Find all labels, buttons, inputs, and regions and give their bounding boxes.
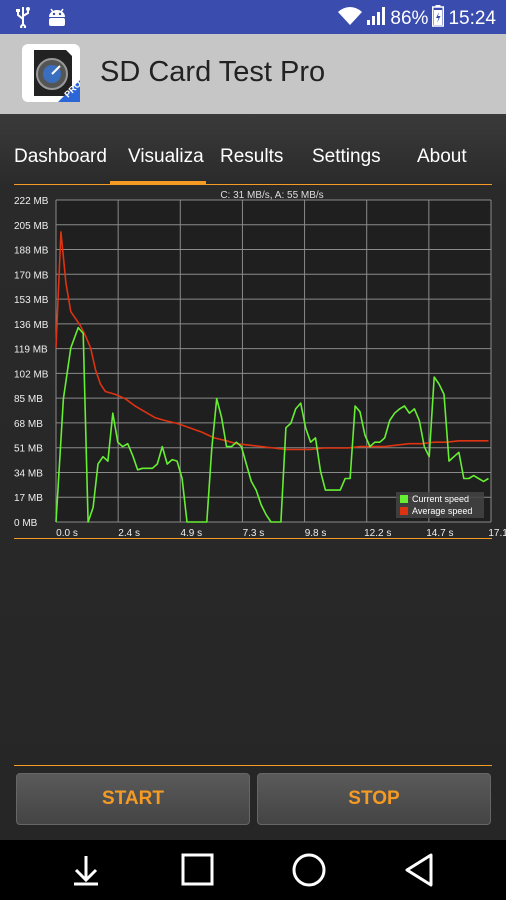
y-tick-label: 205 MB — [14, 221, 49, 232]
legend-label: Average speed — [412, 506, 472, 516]
action-bar: PRO SD Card Test Pro — [0, 34, 506, 114]
y-tick-label: 68 MB — [14, 419, 43, 430]
battery-percent: 86% — [390, 8, 429, 29]
y-axis-ticks: 0 MB 17 MB 34 MB 51 MB 68 MB 85 MB 102 MB 119 M… — [14, 196, 49, 529]
tab-results[interactable]: Results — [220, 146, 283, 168]
y-tick-label: 102 MB — [14, 369, 49, 380]
y-tick-label: 85 MB — [14, 394, 43, 405]
wifi-icon — [338, 6, 363, 32]
start-button[interactable]: START — [16, 773, 250, 825]
navigation-bar — [0, 840, 506, 900]
y-tick-label: 34 MB — [14, 468, 43, 479]
legend-swatch — [400, 495, 408, 503]
y-tick-label: 51 MB — [14, 444, 43, 455]
back-triangle-icon[interactable] — [398, 850, 442, 890]
stop-button[interactable]: STOP — [257, 773, 491, 825]
speed-chart: 0 MB 17 MB 34 MB 51 MB 68 MB 85 MB 102 MB 119 M… — [0, 186, 506, 546]
app-title: SD Card Test Pro — [100, 56, 326, 88]
home-circle-icon[interactable] — [287, 850, 331, 890]
tab-settings[interactable]: Settings — [312, 146, 381, 168]
main-panel: Dashboard Visualiza Results Settings Abo… — [0, 114, 506, 840]
y-tick-label: 136 MB — [14, 320, 49, 331]
y-tick-label: 170 MB — [14, 270, 49, 281]
chart-legend: Current speed Average speed — [396, 492, 484, 518]
legend-label: Current speed — [412, 494, 469, 504]
y-tick-label: 222 MB — [14, 196, 49, 207]
download-icon[interactable] — [64, 850, 108, 890]
chart-divider — [14, 538, 492, 539]
tab-divider — [14, 184, 492, 185]
android-debug-icon — [46, 6, 68, 33]
tab-bar: Dashboard Visualiza Results Settings Abo… — [0, 138, 506, 184]
y-tick-label: 188 MB — [14, 246, 49, 257]
battery-icon — [432, 5, 445, 33]
y-tick-label: 153 MB — [14, 295, 49, 306]
recents-square-icon[interactable] — [176, 850, 220, 890]
usb-icon — [14, 6, 32, 33]
plot-area — [56, 200, 491, 522]
tab-visualization[interactable]: Visualiza — [128, 146, 206, 168]
status-bar: 86% 15:24 — [0, 0, 506, 34]
y-tick-label: 17 MB — [14, 493, 43, 504]
y-tick-label: 0 MB — [14, 518, 38, 529]
tab-about[interactable]: About — [417, 146, 467, 168]
app-logo-icon: PRO — [22, 44, 83, 102]
speed-chart-svg: 0 MB 17 MB 34 MB 51 MB 68 MB 85 MB 102 MB 119 M… — [14, 190, 506, 539]
legend-swatch — [400, 507, 408, 515]
clock: 15:24 — [448, 8, 496, 29]
chart-title: C: 31 MB/s, A: 55 MB/s — [220, 190, 323, 201]
chart-grid — [55, 199, 492, 523]
tab-dashboard[interactable]: Dashboard — [14, 146, 107, 168]
buttons-divider — [14, 765, 492, 766]
signal-icon — [366, 6, 386, 32]
y-tick-label: 119 MB — [14, 345, 48, 356]
